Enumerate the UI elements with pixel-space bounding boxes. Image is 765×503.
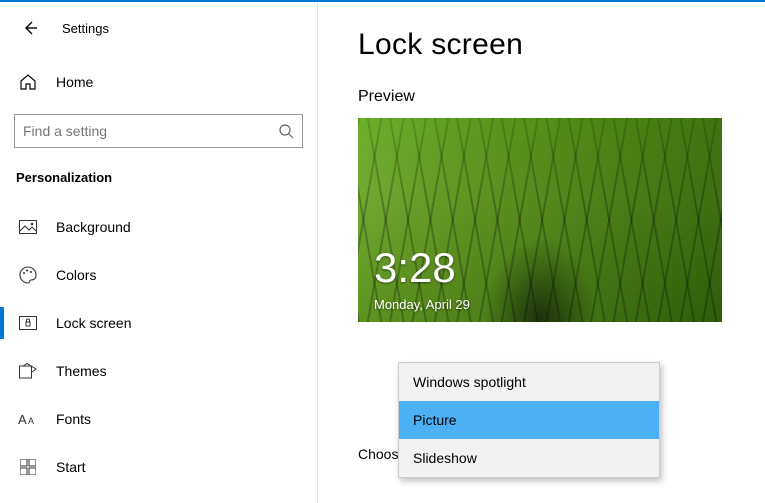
nav-item-themes[interactable]: Themes: [0, 347, 317, 395]
page-title: Lock screen: [358, 28, 765, 62]
home-nav[interactable]: Home: [0, 60, 317, 104]
dropdown-item-label: Picture: [413, 412, 457, 428]
nav-item-start[interactable]: Start: [0, 443, 317, 491]
nav-label: Colors: [56, 267, 96, 283]
nav-label: Fonts: [56, 411, 91, 427]
themes-icon: [18, 363, 38, 379]
home-label: Home: [56, 74, 93, 90]
dropdown-item-label: Slideshow: [413, 450, 477, 466]
arrow-left-icon: [22, 20, 38, 36]
nav-item-background[interactable]: Background: [0, 203, 317, 251]
dropdown-item-picture[interactable]: Picture: [399, 401, 659, 439]
home-icon: [18, 73, 38, 91]
dropdown-item-label: Windows spotlight: [413, 374, 526, 390]
preview-date: Monday, April 29: [374, 297, 470, 312]
svg-text:A: A: [28, 416, 34, 426]
lock-screen-icon: [18, 316, 38, 330]
preview-time: 3:28: [374, 244, 456, 292]
nav-list: Background Colors Lock screen Themes AA …: [0, 203, 317, 491]
search-box[interactable]: [14, 114, 303, 148]
search-input[interactable]: [23, 123, 278, 139]
nav-item-fonts[interactable]: AA Fonts: [0, 395, 317, 443]
back-button[interactable]: [18, 16, 42, 40]
background-dropdown[interactable]: Windows spotlight Picture Slideshow: [398, 362, 660, 478]
nav-item-lock-screen[interactable]: Lock screen: [0, 299, 317, 347]
nav-label: Themes: [56, 363, 107, 379]
picture-icon: [18, 220, 38, 234]
dropdown-item-slideshow[interactable]: Slideshow: [399, 439, 659, 477]
start-icon: [18, 459, 38, 475]
lock-screen-preview: 3:28 Monday, April 29: [358, 118, 722, 322]
nav-label: Background: [56, 219, 131, 235]
preview-label: Preview: [358, 88, 765, 106]
svg-text:A: A: [18, 412, 27, 427]
palette-icon: [18, 266, 38, 284]
nav-item-colors[interactable]: Colors: [0, 251, 317, 299]
section-label: Personalization: [0, 148, 317, 193]
dropdown-item-spotlight[interactable]: Windows spotlight: [399, 363, 659, 401]
nav-label: Lock screen: [56, 315, 131, 331]
sidebar: Settings Home Personalization Background…: [0, 0, 318, 503]
fonts-icon: AA: [18, 411, 38, 427]
nav-label: Start: [56, 459, 86, 475]
app-title: Settings: [62, 21, 109, 36]
search-icon: [278, 123, 294, 139]
